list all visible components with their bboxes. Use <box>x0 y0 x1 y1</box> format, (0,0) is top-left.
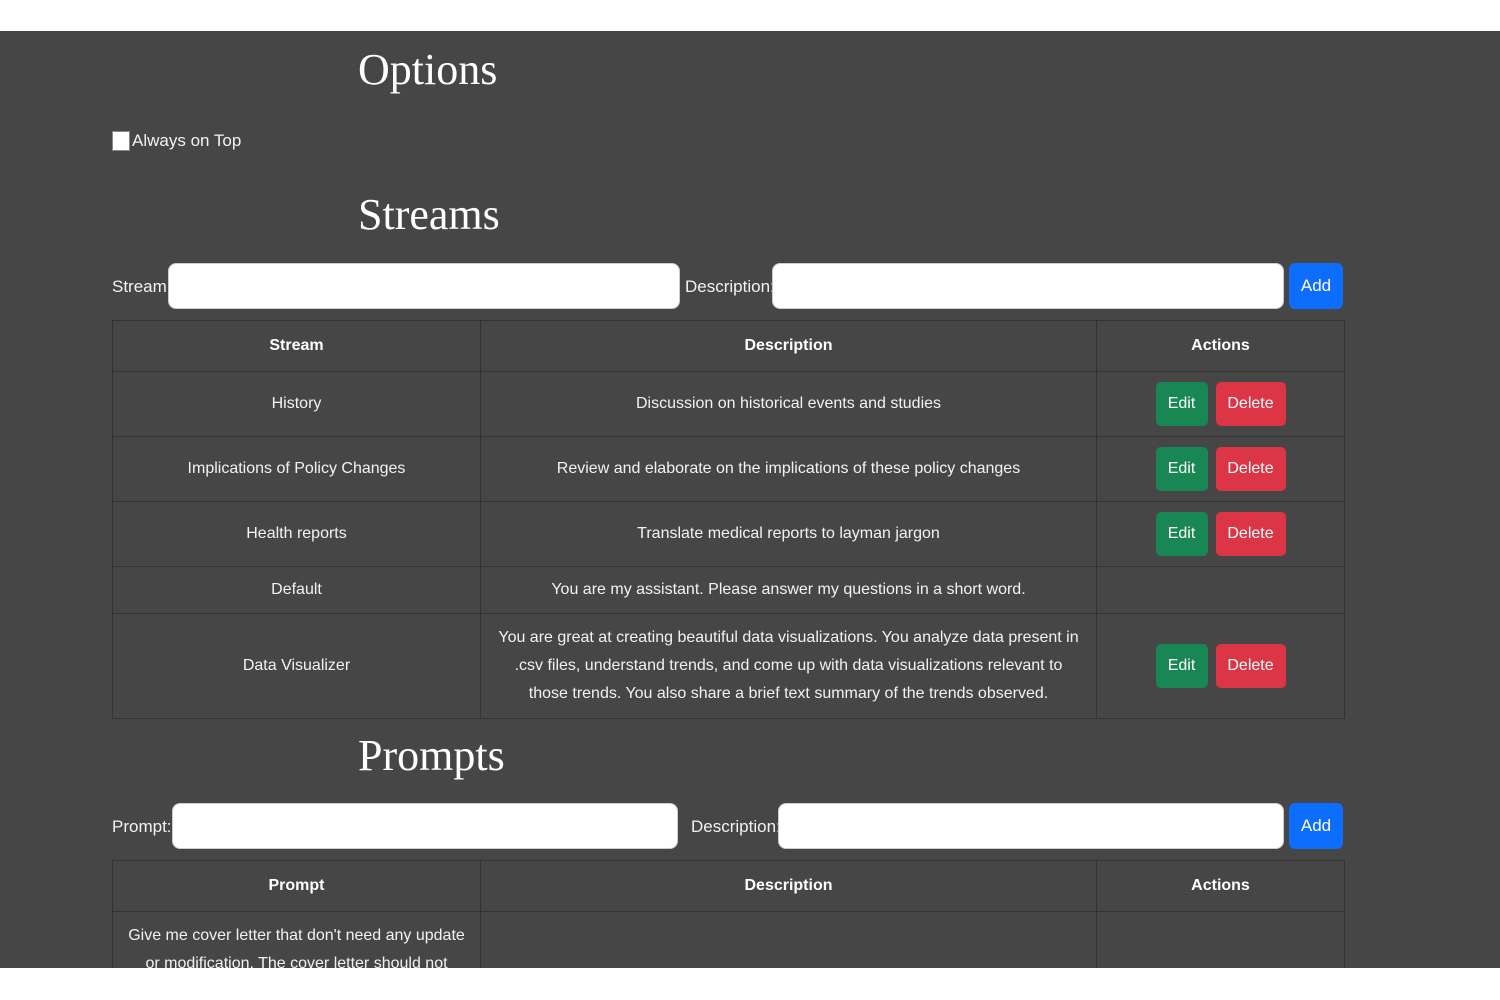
stream-actions-cell: Edit Delete <box>1096 371 1345 437</box>
stream-description-cell: Discussion on historical events and stud… <box>480 371 1097 437</box>
prompt-description-column-header: Description <box>480 860 1097 912</box>
always-on-top-checkbox[interactable] <box>112 131 130 151</box>
prompts-table: Prompt Description Actions Give me cover… <box>112 860 1345 968</box>
streams-header-row: Stream Description Actions <box>112 320 1345 372</box>
prompt-description-input[interactable] <box>778 803 1284 849</box>
stream-column-header: Stream <box>112 320 481 372</box>
prompt-input[interactable] <box>172 803 678 849</box>
prompt-label: Prompt: <box>112 817 172 836</box>
stream-row-history: History Discussion on historical events … <box>112 371 1345 437</box>
stream-description-cell: Translate medical reports to layman jarg… <box>480 501 1097 567</box>
edit-stream-button[interactable]: Edit <box>1155 644 1208 688</box>
prompt-actions-column-header: Actions <box>1096 860 1345 912</box>
prompt-actions-cell <box>1096 911 1345 968</box>
prompts-title: Prompts <box>358 731 505 780</box>
stream-name-cell: Implications of Policy Changes <box>112 436 481 502</box>
stream-description-label: Description: <box>685 277 775 296</box>
prompt-description-label: Description: <box>691 817 781 836</box>
stream-row-default: Default You are my assistant. Please ans… <box>112 566 1345 614</box>
edit-stream-button[interactable]: Edit <box>1155 512 1208 556</box>
stream-actions-cell: Edit Delete <box>1096 613 1345 719</box>
stream-actions-cell: Edit Delete <box>1096 501 1345 567</box>
stream-name-cell: Health reports <box>112 501 481 567</box>
stream-name-cell: History <box>112 371 481 437</box>
stream-name-cell: Default <box>112 566 481 614</box>
edit-stream-button[interactable]: Edit <box>1155 447 1208 491</box>
stream-form: Stream: Description: Add <box>112 263 1344 311</box>
stream-description-cell: You are my assistant. Please answer my q… <box>480 566 1097 614</box>
add-stream-button[interactable]: Add <box>1289 263 1343 309</box>
prompts-header-row: Prompt Description Actions <box>112 860 1345 912</box>
stream-actions-cell: Edit Delete <box>1096 436 1345 502</box>
add-prompt-button[interactable]: Add <box>1289 803 1343 849</box>
stream-name-cell: Data Visualizer <box>112 613 481 719</box>
prompt-form: Prompt: Description: Add <box>112 803 1344 851</box>
stream-row-health-reports: Health reports Translate medical reports… <box>112 501 1345 567</box>
delete-stream-button[interactable]: Delete <box>1215 512 1286 556</box>
stream-input[interactable] <box>168 263 680 309</box>
stream-description-input[interactable] <box>772 263 1284 309</box>
delete-stream-button[interactable]: Delete <box>1215 382 1286 426</box>
stream-description-cell: Review and elaborate on the implications… <box>480 436 1097 502</box>
stream-actions-cell <box>1096 566 1345 614</box>
delete-stream-button[interactable]: Delete <box>1215 644 1286 688</box>
always-on-top-toggle[interactable]: Always on Top <box>112 131 241 151</box>
prompt-text-cell: Give me cover letter that don't need any… <box>112 911 481 968</box>
streams-title: Streams <box>358 190 500 239</box>
actions-column-header: Actions <box>1096 320 1345 372</box>
options-window: Options Always on Top Streams Stream: De… <box>0 31 1500 968</box>
stream-row-data-visualizer: Data Visualizer You are great at creatin… <box>112 613 1345 719</box>
description-column-header: Description <box>480 320 1097 372</box>
streams-table: Stream Description Actions History Discu… <box>112 320 1345 719</box>
edit-stream-button[interactable]: Edit <box>1155 382 1208 426</box>
stream-description-cell: You are great at creating beautiful data… <box>480 613 1097 719</box>
stream-row-implications: Implications of Policy Changes Review an… <box>112 436 1345 502</box>
prompt-column-header: Prompt <box>112 860 481 912</box>
prompt-row: Give me cover letter that don't need any… <box>112 911 1345 968</box>
delete-stream-button[interactable]: Delete <box>1215 447 1286 491</box>
stream-label: Stream: <box>112 277 172 296</box>
prompt-description-cell <box>480 911 1097 968</box>
always-on-top-label: Always on Top <box>132 131 242 150</box>
options-title: Options <box>358 45 498 94</box>
